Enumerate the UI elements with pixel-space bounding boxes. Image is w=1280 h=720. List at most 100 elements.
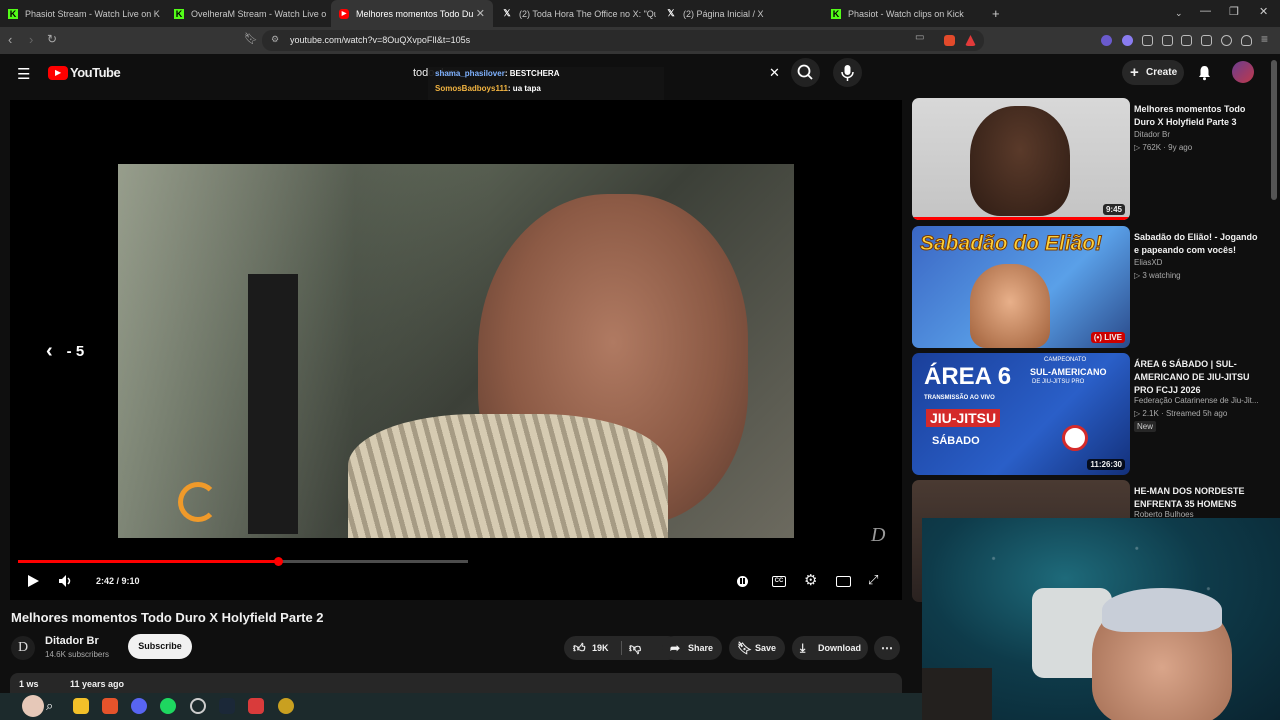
browser-tab-2[interactable]: K OvelheraM Stream - Watch Live o [166, 0, 330, 27]
save-button[interactable]: 🔖︎ Save [729, 636, 785, 660]
browser-tab-3[interactable]: ▶ Melhores momentos Todo Duro ✕ [331, 0, 493, 27]
recommendation-title[interactable]: ÁREA 6 SÁBADO | SUL-AMERICANO DE JIU-JIT… [1134, 358, 1258, 397]
video-thumbnail[interactable]: 9:45 [912, 98, 1130, 220]
seek-back-label: - 5 [66, 343, 85, 360]
new-tab-icon[interactable]: + [992, 6, 1000, 21]
reload-icon[interactable]: ↻ [47, 32, 57, 46]
app-icon[interactable] [278, 698, 294, 714]
notifications-bell-icon[interactable] [1196, 64, 1213, 81]
subscriber-count: 14.6K subscribers [45, 650, 110, 659]
search-button[interactable] [791, 58, 820, 87]
puzzle-extensions-icon[interactable] [1142, 35, 1153, 46]
progress-scrubber[interactable] [274, 557, 283, 566]
captions-icon[interactable]: CC [772, 576, 786, 587]
search-icon [797, 64, 813, 80]
youtube-logo-icon[interactable]: ▶ [48, 66, 68, 80]
recommendation-channel[interactable]: EliasXD [1134, 258, 1162, 267]
like-count[interactable]: 19K [592, 643, 609, 653]
theater-mode-icon[interactable] [836, 576, 851, 587]
app-icon[interactable] [248, 698, 264, 714]
extension-icon[interactable] [1101, 35, 1112, 46]
progress-bar[interactable] [18, 560, 468, 563]
thumbnail-face-shape [970, 106, 1070, 216]
search-icon[interactable]: ⌕ [46, 698, 53, 714]
minimize-icon[interactable]: — [1200, 5, 1211, 17]
video-title: Melhores momentos Todo Duro X Holyfield … [11, 610, 324, 625]
extension-icon[interactable] [1122, 35, 1133, 46]
file-explorer-icon[interactable] [73, 698, 89, 714]
cast-icon[interactable]: ▭ [915, 32, 924, 43]
download-label: Download [818, 643, 861, 653]
description-box[interactable]: 1 ws 11 years ago [10, 673, 902, 693]
voice-search-button[interactable] [833, 58, 862, 87]
address-bar[interactable]: ⚙ youtube.com/watch?v=8OuQXvpoFlI&t=105s [262, 30, 984, 51]
brave-browser-icon[interactable] [102, 698, 118, 714]
recommendation-item[interactable]: 9:45 Melhores momentos Todo Duro X Holyf… [912, 98, 1252, 220]
recommendation-title[interactable]: Sabadão do Elião! - Jogando e papeando c… [1134, 231, 1258, 257]
forward-icon[interactable]: › [29, 32, 33, 47]
channel-avatar[interactable]: D [11, 636, 35, 660]
settings-gear-icon[interactable] [190, 698, 206, 714]
wallet-icon[interactable] [1201, 35, 1212, 46]
share-button[interactable]: ➦ Share [662, 636, 722, 660]
recommendation-item[interactable]: Sabadão do Elião! (•) LIVE Sabadão do El… [912, 226, 1258, 348]
vpn-shield-icon[interactable] [1241, 35, 1252, 46]
bookmark-icon[interactable]: 🔖︎ [244, 32, 258, 45]
hamburger-menu-icon[interactable]: ☰ [17, 65, 30, 83]
more-actions-icon[interactable]: ⋯ [874, 636, 900, 660]
channel-watermark[interactable]: D [871, 524, 885, 547]
recommendation-channel[interactable]: Federação Catarinense de Jiu-Jit... [1134, 396, 1259, 405]
seek-back-indicator: ‹ - 5 [46, 340, 84, 363]
video-thumbnail[interactable]: ÁREA 6 TRANSMISSÃO AO VIVO JIU-JITSU SÁB… [912, 353, 1130, 475]
video-frame[interactable] [118, 164, 794, 538]
download-button[interactable]: ⤓ Download [792, 636, 868, 660]
avatar[interactable] [1232, 61, 1254, 83]
browser-tab-1[interactable]: K Phasiot Stream - Watch Live on K [0, 0, 165, 27]
fullscreen-icon[interactable]: ⤢ [868, 572, 878, 588]
recommendation-meta: ▷ 2.1K · Streamed 5h ago [1134, 409, 1228, 418]
extension-icon[interactable] [1162, 35, 1173, 46]
divider [621, 641, 622, 655]
browser-tab-6[interactable]: K Phasiot - Watch clips on Kick [823, 0, 987, 27]
leo-ai-icon[interactable] [1221, 35, 1232, 46]
menu-icon[interactable]: ≡ [1261, 32, 1268, 46]
save-label: Save [755, 643, 777, 653]
subscribe-button[interactable]: Subscribe [128, 634, 192, 659]
tab-label: Melhores momentos Todo Duro [356, 8, 482, 19]
restore-icon[interactable]: ❐ [1229, 5, 1239, 18]
browser-tab-5[interactable]: 𝕏 (2) Página Inicial / X [658, 0, 822, 27]
spotify-icon[interactable] [160, 698, 176, 714]
video-player[interactable]: ‹ - 5 D 2:42 / 9:10 CC ⚙ ⤢ [10, 100, 902, 600]
recommendation-title[interactable]: HE-MAN DOS NORDESTE ENFRENTA 35 HOMENS [1134, 485, 1258, 511]
brave-shield-icon[interactable] [944, 35, 955, 46]
dislike-icon[interactable]: 👎︎ [629, 641, 641, 656]
sidebar-icon[interactable] [1181, 35, 1192, 46]
loading-spinner-icon [178, 482, 218, 522]
tab-list-chevron-icon[interactable]: ⌄ [1175, 8, 1183, 19]
video-thumbnail[interactable]: Sabadão do Elião! (•) LIVE [912, 226, 1130, 348]
volume-icon[interactable] [58, 574, 74, 588]
discord-icon[interactable] [131, 698, 147, 714]
recommendation-title[interactable]: Melhores momentos Todo Duro X Holyfield … [1134, 103, 1258, 129]
like-icon[interactable]: 👍︎ [573, 641, 586, 656]
settings-gear-icon[interactable]: ⚙ [804, 571, 817, 589]
autoplay-toggle-icon[interactable] [737, 576, 748, 587]
channel-name[interactable]: Ditador Br [45, 635, 99, 647]
recommendation-meta: ▷ 762K · 9y ago [1134, 143, 1193, 152]
anime-avatar-icon[interactable] [22, 695, 44, 717]
recommendation-meta: ▷ 3 watching [1134, 271, 1181, 280]
kick-icon: K [831, 8, 841, 19]
browser-tab-4[interactable]: 𝕏 (2) Toda Hora The Office no X: "Qual [494, 0, 656, 27]
close-tab-icon[interactable]: ✕ [472, 7, 485, 20]
recommendation-channel[interactable]: Ditador Br [1134, 130, 1170, 139]
close-window-icon[interactable]: ✕ [1259, 5, 1268, 18]
page-scrollbar[interactable] [1271, 60, 1277, 200]
tab-label: (2) Toda Hora The Office no X: "Qual [519, 8, 656, 19]
create-button[interactable]: + Create [1122, 60, 1184, 85]
play-icon[interactable] [26, 574, 40, 588]
steam-icon[interactable] [219, 698, 235, 714]
recommendation-item[interactable]: ÁREA 6 TRANSMISSÃO AO VIVO JIU-JITSU SÁB… [912, 353, 1259, 475]
site-info-icon[interactable]: ⚙ [271, 34, 279, 45]
clear-search-icon[interactable]: ✕ [769, 65, 780, 81]
back-icon[interactable]: ‹ [8, 32, 12, 47]
